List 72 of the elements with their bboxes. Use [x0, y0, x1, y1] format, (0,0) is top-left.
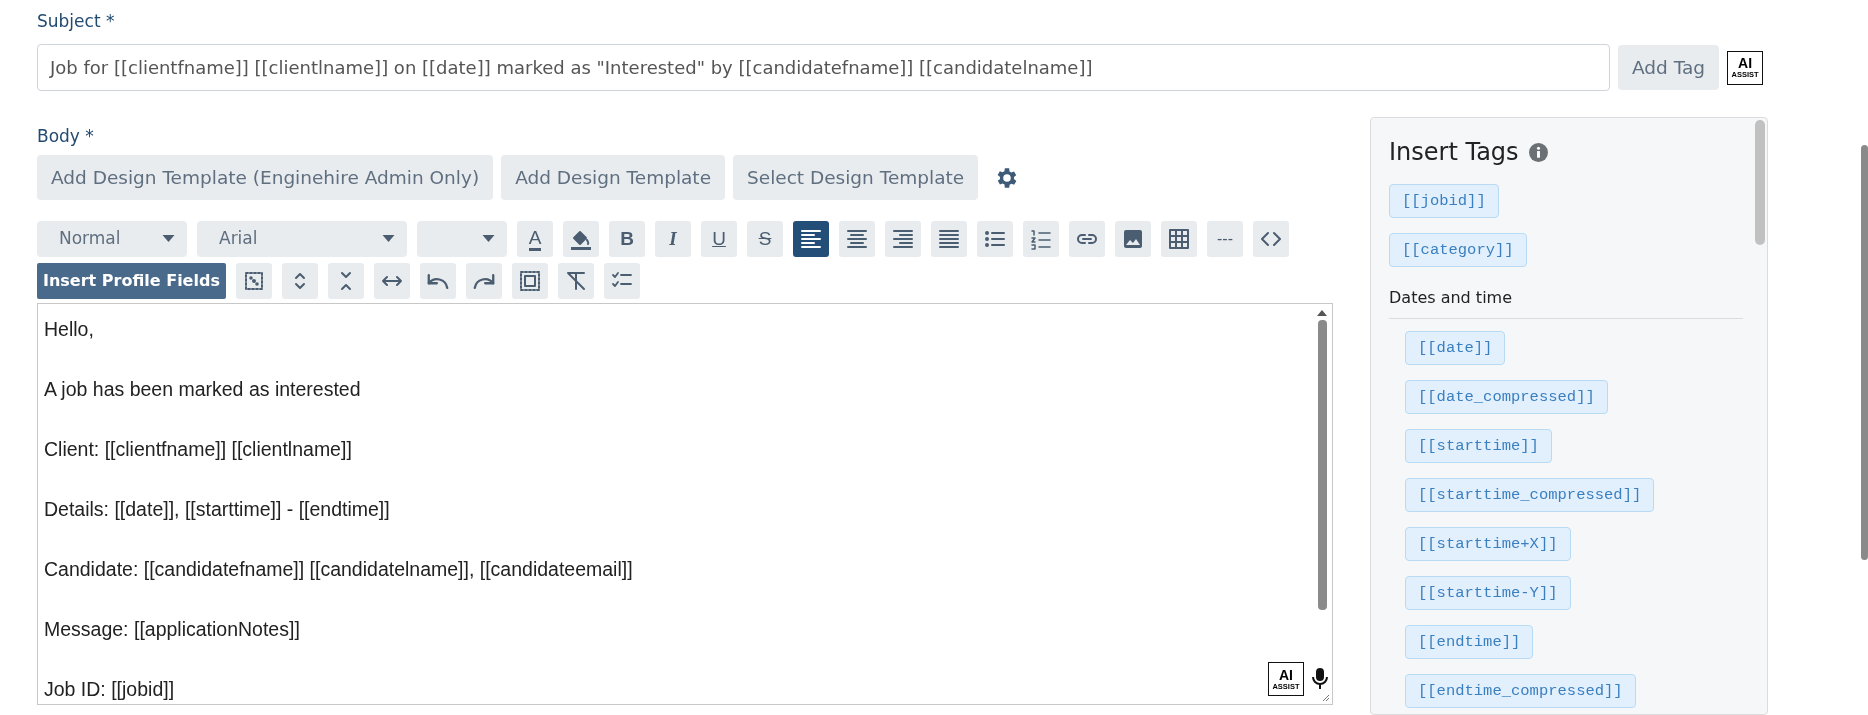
toolbar-button[interactable]: ---	[1207, 221, 1243, 257]
tag-chip[interactable]: [[category]]	[1389, 233, 1527, 267]
scroll-up-icon	[1317, 310, 1327, 316]
text-line: Details: [[date]], [[starttime]] - [[endtime]]	[44, 497, 390, 522]
field-label: Body *	[37, 125, 95, 147]
toolbar-button[interactable]	[327, 263, 364, 299]
add-tag-button[interactable]: Add Tag	[1618, 45, 1719, 90]
toolbar-button[interactable]	[563, 221, 599, 257]
align-left-icon	[799, 227, 823, 251]
text-line: Candidate: [[candidatefname]] [[candidatelname]], [[candidateemail]]	[44, 557, 633, 582]
tag-chip[interactable]: [[starttime]]	[1405, 429, 1552, 463]
subject-field[interactable]: Job for [[clientfname]] [[clientlname]] on [[date]] marked as "Interested" by [[candidatefname]] [[candidatelname]]	[37, 44, 1610, 91]
toolbar-button[interactable]: B	[609, 221, 645, 257]
select-all-icon	[517, 269, 542, 293]
caret-icon	[162, 235, 175, 243]
microphone-icon[interactable]	[1312, 667, 1328, 691]
dropdown[interactable]: Normal	[37, 221, 187, 257]
align-center-icon	[845, 227, 869, 251]
tag-chip[interactable]: [[starttime-Y]]	[1405, 576, 1571, 610]
toolbar-button[interactable]	[793, 221, 829, 257]
tag-chip[interactable]: [[endtime]]	[1405, 625, 1534, 659]
field-label: Subject *	[37, 10, 116, 32]
tag-chip[interactable]: [[date_compressed]]	[1405, 380, 1608, 414]
text-line: Client: [[clientfname]] [[clientlname]]	[44, 437, 352, 462]
toolbar-button[interactable]	[511, 263, 548, 299]
toolbar-button[interactable]: U	[701, 221, 737, 257]
toolbar-button[interactable]	[839, 221, 875, 257]
toolbar-button[interactable]: A	[517, 221, 553, 257]
insert-profile-fields-button[interactable]: Insert Profile Fields	[37, 263, 226, 299]
toolbar-button[interactable]	[931, 221, 967, 257]
toolbar-button[interactable]	[557, 263, 594, 299]
numbered-list-icon	[1029, 227, 1053, 251]
tag-chip[interactable]: [[date]]	[1405, 331, 1506, 365]
resize-handle-icon[interactable]	[1320, 692, 1330, 702]
toolbar-button[interactable]	[885, 221, 921, 257]
toolbar-button[interactable]	[603, 263, 640, 299]
editor-field[interactable]	[37, 303, 1333, 705]
section-heading: Dates and time	[1389, 286, 1743, 319]
template-button[interactable]: Select Design Template	[733, 155, 979, 200]
toolbar-button[interactable]	[465, 263, 502, 299]
toolbar-button[interactable]	[419, 263, 456, 299]
toolbar-button[interactable]	[281, 263, 318, 299]
tag-chip[interactable]: [[endtime_compressed]]	[1405, 674, 1636, 708]
toolbar-button[interactable]	[1161, 221, 1197, 257]
template-button[interactable]: Add Design Template	[501, 155, 725, 200]
toolbar-button[interactable]	[1253, 221, 1289, 257]
dropdown[interactable]: Arial	[197, 221, 407, 257]
toolbar-button[interactable]: S	[747, 221, 783, 257]
info-icon[interactable]	[1528, 142, 1548, 162]
tag-chip[interactable]: [[starttime+X]]	[1405, 527, 1571, 561]
caret-icon	[482, 235, 495, 243]
tag-chip[interactable]: [[starttime_compressed]]	[1405, 478, 1655, 512]
toolbar-button[interactable]	[373, 263, 410, 299]
tag-chip[interactable]: [[jobid]]	[1389, 184, 1499, 218]
text-line: A job has been marked as interested	[44, 377, 361, 402]
text-line: Message: [[applicationNotes]]	[44, 617, 300, 642]
text-line: Hello,	[44, 317, 94, 342]
image-icon	[1121, 227, 1145, 251]
panel-title: Insert Tags	[1389, 137, 1519, 168]
toolbar-button[interactable]	[235, 263, 272, 299]
caret-icon	[382, 235, 395, 243]
text-line: Job ID: [[jobid]]	[44, 677, 175, 702]
table-icon	[1167, 227, 1191, 251]
redo-icon	[471, 273, 496, 289]
align-justify-icon	[937, 227, 961, 251]
template-button[interactable]: Add Design Template (Enginehire Admin Only)	[37, 155, 494, 200]
toolbar-button[interactable]	[1115, 221, 1151, 257]
undo-icon	[425, 273, 450, 289]
align-right-icon	[891, 227, 915, 251]
toolbar-button[interactable]	[977, 221, 1013, 257]
toolbar-button[interactable]: I	[655, 221, 691, 257]
toolbar-button[interactable]	[1069, 221, 1105, 257]
